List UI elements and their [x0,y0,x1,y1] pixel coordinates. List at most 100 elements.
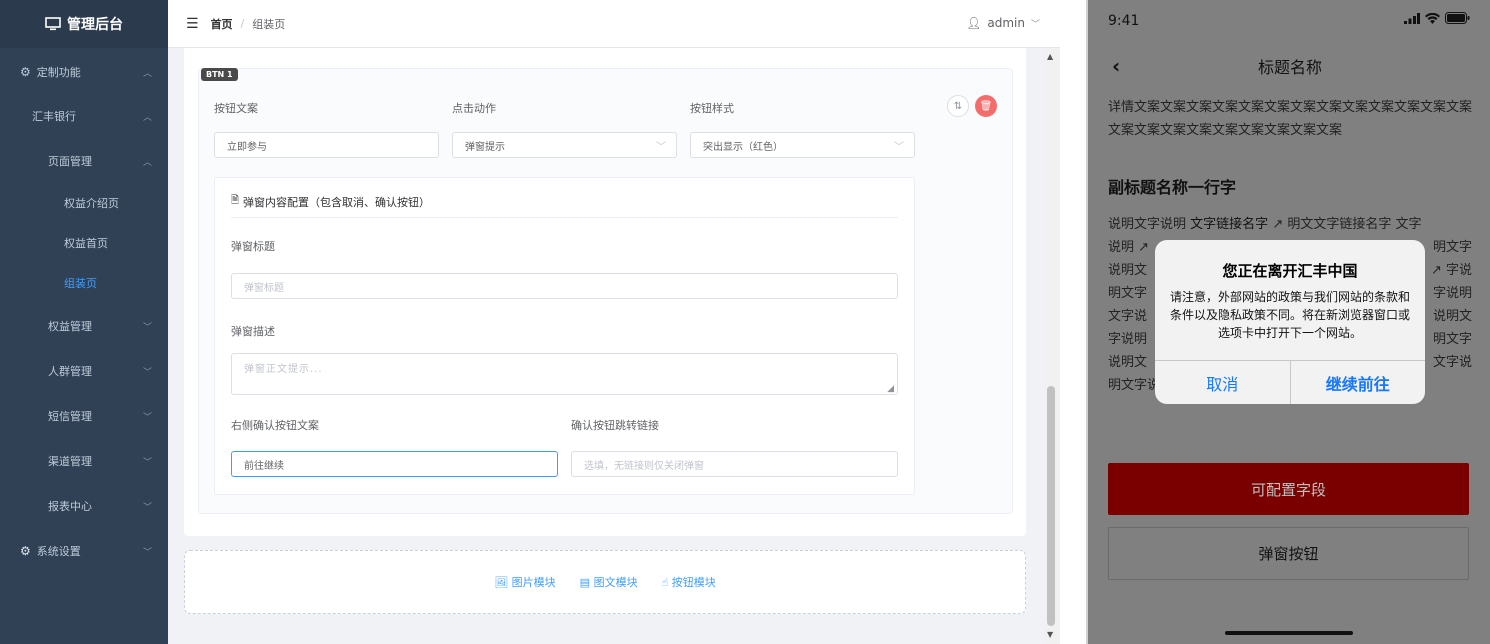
home-indicator [1225,631,1353,635]
sidebar-item-custom[interactable]: ⚙ 定制功能 ︿ [0,60,168,84]
phone-preview: 9:41 ‹ 标题名称 详情文案文案文案文案文案文案文案文案文案文案文案文案文案… [1086,0,1490,644]
breadcrumb: 首页 / 组装页 [210,16,286,32]
label-popup-title: 弹窗标题 [231,240,275,253]
scrollbar[interactable]: ▲ ▼ [1044,48,1058,644]
popup-config-panel: 🗎 弹窗内容配置（包含取消、确认按钮） 弹窗标题 弹窗标题 弹窗描述 弹窗正文提… [214,177,915,495]
sidebar-item-system[interactable]: ⚙ 系统设置 ﹀ [0,539,168,563]
sidebar-item-hsbc[interactable]: 汇丰银行 ︿ [0,104,168,128]
app-title: 管理后台 [67,17,123,33]
label-button-text: 按钮文案 [214,102,258,115]
external-link-icon: ↗ [1138,240,1150,255]
popup-title-input[interactable]: 弹窗标题 [231,273,898,299]
button-style-select[interactable]: 突出显示（红色） ﹀ [690,132,915,158]
chevron-down-icon: ﹀ [1030,19,1040,30]
wifi-icon [1425,12,1440,24]
separator-gap [1060,0,1086,644]
sidebar-logo: 管理后台 [0,0,168,48]
add-module-bar: 🖼︎ 图片模块 ▤ 图文模块 ☝︎ 按钮模块 [184,550,1026,614]
user-icon: 👤︎ [966,16,982,30]
popup-desc-textarea[interactable]: 弹窗正文提示... ◢ [231,353,898,395]
button-text-input[interactable]: 立即参与 [214,132,439,158]
delete-button[interactable]: 🗑︎ [975,95,997,117]
scroll-up-icon[interactable]: ▲ [1047,52,1053,61]
add-image-module[interactable]: 🖼︎ 图片模块 [494,574,555,590]
confirm-text-input[interactable]: 前往继续 [231,451,558,477]
sidebar-item-crowd-mgmt[interactable]: 人群管理 ﹀ [0,359,168,383]
text-link[interactable]: 文字链接名字 [1190,217,1268,232]
sidebar-item-report[interactable]: 报表中心 ﹀ [0,494,168,518]
breadcrumb-current: 组装页 [252,17,286,31]
confirm-link-input[interactable]: 选填，无链接则仅关闭弹窗 [571,451,898,477]
main-area: ☰ 首页 / 组装页 👤︎ admin ﹀ BTN 1 按钮文案 点击动作 按钮… [168,0,1060,644]
phone-nav-bar: ‹ 标题名称 [1088,44,1490,88]
sidebar-item-sms-mgmt[interactable]: 短信管理 ﹀ [0,404,168,428]
pointer-icon: ☝︎ [661,576,669,589]
dialog-confirm-button[interactable]: 继续前往 [1289,361,1426,404]
document-icon: 🗎 [231,195,240,206]
breadcrumb-home[interactable]: 首页 [211,16,233,32]
leave-site-dialog: 您正在离开汇丰中国 请注意，外部网站的政策与我们网站的条款和条件以及隐私政策不同… [1155,240,1425,404]
popup-config-title: 🗎 弹窗内容配置（包含取消、确认按钮） [231,195,431,209]
scroll-down-icon[interactable]: ▼ [1047,630,1053,639]
primary-configurable-button[interactable]: 可配置字段 [1108,463,1469,515]
button-module-block: BTN 1 按钮文案 点击动作 按钮样式 ⇅ 🗑︎ 立即参与 弹窗提示 ﹀ 突出显… [198,68,1013,514]
image-icon: 🖼︎ [494,576,509,589]
sidebar-item-page-mgmt[interactable]: 页面管理 ︿ [0,149,168,173]
popup-trigger-button[interactable]: 弹窗按钮 [1108,527,1469,580]
dialog-title: 您正在离开汇丰中国 [1222,262,1358,280]
chevron-down-icon: ﹀ [142,412,152,423]
sidebar-item-benefit-intro[interactable]: 权益介绍页 [0,191,168,215]
sort-button[interactable]: ⇅ [947,95,969,117]
username: admin [987,16,1025,30]
content-card: BTN 1 按钮文案 点击动作 按钮样式 ⇅ 🗑︎ 立即参与 弹窗提示 ﹀ 突出显… [184,48,1026,536]
detail-text: 详情文案文案文案文案文案文案文案文案文案文案文案文案文案文案文案文案文案文案文案… [1108,100,1473,138]
phone-nav-title: 标题名称 [1257,58,1322,77]
scrollbar-thumb[interactable] [1047,386,1055,626]
chevron-down-icon: ﹀ [894,141,904,153]
resize-handle-icon[interactable]: ◢ [887,384,895,394]
sidebar-item-channel-mgmt[interactable]: 渠道管理 ﹀ [0,449,168,473]
chevron-down-icon: ﹀ [142,367,152,378]
external-link-icon: ↗ [1430,263,1442,278]
chevron-down-icon: ﹀ [142,502,152,513]
sort-icon: ⇅ [953,100,963,112]
external-link-icon: ↗ [1272,217,1284,232]
battery-icon [1445,12,1470,24]
status-time: 9:41 [1108,13,1140,29]
label-confirm-link: 确认按钮跳转链接 [571,419,659,432]
signal-icon [1404,12,1420,24]
top-bar: ☰ 首页 / 组装页 👤︎ admin ﹀ [168,0,1060,48]
back-arrow-icon[interactable]: ‹ [1112,54,1120,78]
click-action-select[interactable]: 弹窗提示 ﹀ [452,132,677,158]
status-bar: 9:41 [1088,0,1490,44]
trash-icon: 🗑︎ [979,100,993,112]
sidebar-item-benefit-mgmt[interactable]: 权益管理 ﹀ [0,314,168,338]
chevron-up-icon: ︿ [142,157,152,168]
chevron-up-icon: ︿ [142,68,152,79]
label-button-style: 按钮样式 [690,102,734,115]
gear-icon: ⚙ [20,544,31,558]
status-icons [1404,12,1470,24]
module-tag: BTN 1 [201,68,238,81]
dialog-cancel-button[interactable]: 取消 [1155,361,1290,404]
dialog-message: 请注意，外部网站的政策与我们网站的条款和条件以及隐私政策不同。将在新浏览器窗口或… [1169,290,1410,340]
label-click-action: 点击动作 [452,102,496,115]
sidebar: 管理后台 ⚙ 定制功能 ︿ 汇丰银行 ︿ 页面管理 ︿ 权益介绍页 权益首页 组… [0,0,168,644]
divider [231,217,898,218]
monitor-icon [45,17,61,31]
add-button-module[interactable]: ☝︎ 按钮模块 [662,574,716,590]
label-popup-desc: 弹窗描述 [231,325,275,338]
chevron-down-icon: ﹀ [656,141,666,153]
add-rich-module[interactable]: ▤ 图文模块 [580,574,638,590]
chevron-down-icon: ﹀ [142,322,152,333]
chevron-up-icon: ︿ [142,112,152,123]
menu-fold-icon[interactable]: ☰ [186,16,199,32]
sidebar-item-assembly[interactable]: 组装页 [0,271,168,295]
chevron-down-icon: ﹀ [142,547,152,558]
subtitle: 副标题名称一行字 [1108,178,1237,197]
user-menu[interactable]: 👤︎ admin ﹀ [966,16,1040,30]
chevron-down-icon: ﹀ [142,457,152,468]
sidebar-item-benefit-home[interactable]: 权益首页 [0,231,168,255]
label-confirm-text: 右侧确认按钮文案 [231,419,319,432]
article-icon: ▤ [579,576,591,589]
